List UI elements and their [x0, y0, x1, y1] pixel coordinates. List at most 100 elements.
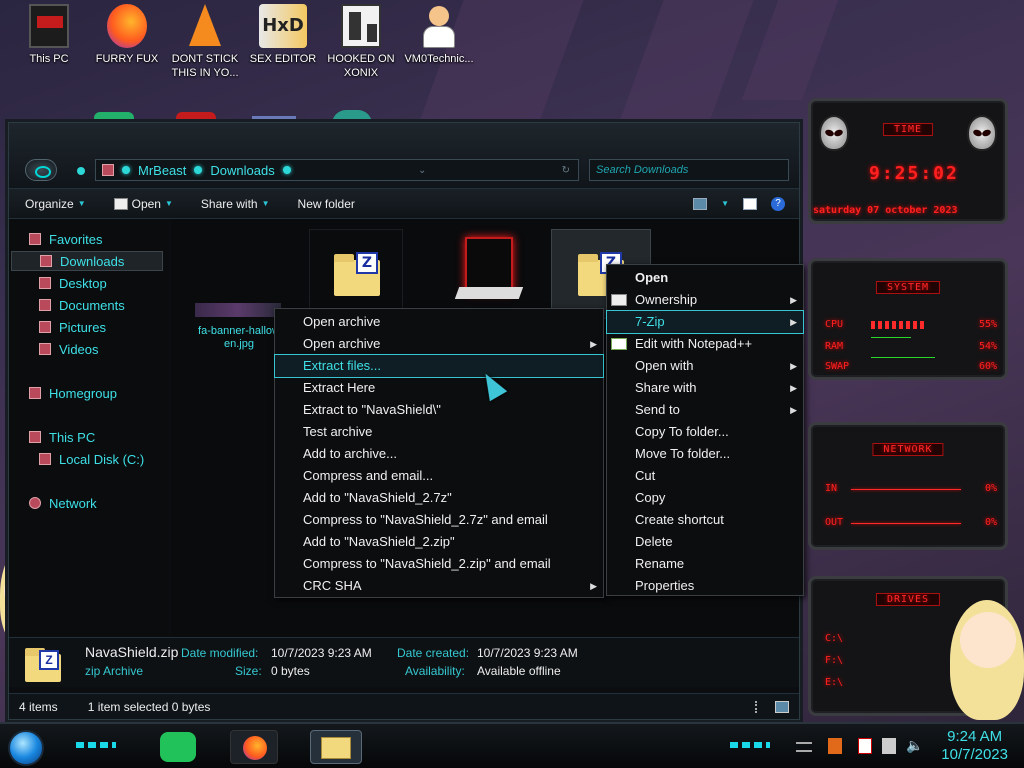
- chevron-down-icon[interactable]: ▼: [721, 199, 729, 208]
- share-with-button[interactable]: Share with ▼: [201, 197, 270, 211]
- nav-local-disk[interactable]: Local Disk (C:): [39, 449, 144, 469]
- menu-item-compress-email[interactable]: Compress and email...: [275, 465, 603, 487]
- menu-item-open-archive-sub[interactable]: Open archive ▶: [275, 333, 603, 355]
- file-item-jpg[interactable]: fa-banner-hallow en.jpg: [189, 289, 283, 379]
- desktop-icon-this-pc[interactable]: This PC: [10, 4, 88, 80]
- nav-videos[interactable]: Videos: [39, 339, 99, 359]
- breadcrumb-mrbeast[interactable]: MrBeast: [138, 163, 186, 178]
- back-forward-button[interactable]: [25, 159, 57, 181]
- menu-item-open-archive[interactable]: Open archive: [275, 311, 603, 333]
- menu-item-delete[interactable]: Delete: [607, 531, 803, 553]
- nav-network[interactable]: Network: [29, 493, 97, 513]
- desktop-icon-dont-stick[interactable]: DONT STICK THIS IN YO...: [166, 4, 244, 80]
- menu-item-label: Open: [635, 270, 669, 285]
- view-controls: ▼ ?: [693, 196, 799, 211]
- taskbar-explorer-button[interactable]: [310, 730, 362, 764]
- menu-item-add-to-archive[interactable]: Add to archive...: [275, 443, 603, 465]
- preview-pane-icon[interactable]: [743, 197, 757, 210]
- change-view-icon[interactable]: [693, 197, 708, 210]
- menu-item-rename[interactable]: Rename: [607, 553, 803, 575]
- taskbar-clock[interactable]: 9:24 AM 10/7/2023: [941, 728, 1008, 764]
- menu-item-crc-sha[interactable]: CRC SHA ▶: [275, 575, 603, 597]
- nav-pictures[interactable]: Pictures: [39, 317, 106, 337]
- computer-icon: [29, 431, 41, 443]
- address-dropdown-icon[interactable]: ⌄: [418, 165, 434, 176]
- organize-button[interactable]: Organize ▼: [25, 197, 86, 211]
- taskbar-firefox-button[interactable]: [230, 730, 278, 764]
- menu-item-copy-to-folder[interactable]: Copy To folder...: [607, 421, 803, 443]
- tray-java-icon[interactable]: [828, 738, 842, 754]
- large-icons-view-icon[interactable]: [775, 700, 789, 713]
- open-label: Open: [131, 196, 161, 211]
- menu-item-open[interactable]: Open: [607, 267, 803, 289]
- menu-item-extract-files[interactable]: Extract files...: [274, 354, 604, 378]
- desktop-icon-label: XONIX: [343, 67, 379, 79]
- tray-flag-icon[interactable]: [858, 738, 872, 754]
- start-button[interactable]: [8, 730, 44, 766]
- menu-item-label: Open with: [635, 358, 694, 373]
- recent-pages-dot[interactable]: [77, 167, 85, 175]
- breadcrumb-downloads[interactable]: Downloads: [210, 163, 274, 178]
- menu-item-open-with[interactable]: Open with ▶: [607, 355, 803, 377]
- navigation-pane: Favorites Downloads Desktop Documents Pi…: [9, 219, 169, 637]
- address-bar[interactable]: MrBeast Downloads ⌄ ↻: [95, 159, 579, 181]
- time-gadget[interactable]: TIME 9:25:02 saturday 07 october 2023: [808, 98, 1008, 224]
- file-item-zip[interactable]: Z: [309, 229, 403, 319]
- menu-item-compress-7z-email[interactable]: Compress to "NavaShield_2.7z" and email: [275, 509, 603, 531]
- menu-item-properties[interactable]: Properties: [607, 575, 803, 597]
- menu-item-label: Compress to "NavaShield_2.zip" and email: [303, 556, 551, 571]
- menu-item-copy[interactable]: Copy: [607, 487, 803, 509]
- menu-item-move-to-folder[interactable]: Move To folder...: [607, 443, 803, 465]
- image-thumbnail: [195, 303, 281, 317]
- tray-network-icon[interactable]: [882, 738, 896, 754]
- nav-downloads[interactable]: Downloads: [11, 251, 163, 271]
- desktop-icon-sex-editor[interactable]: HxD SEX EDITOR: [244, 4, 322, 80]
- explorer-toolbar: Organize ▼ Open ▼ Share with ▼ New folde…: [9, 189, 799, 219]
- menu-item-extract-to[interactable]: Extract to "NavaShield\": [275, 399, 603, 421]
- nav-this-pc[interactable]: This PC: [29, 427, 95, 447]
- network-gadget-title: NETWORK: [872, 443, 944, 456]
- help-icon[interactable]: ?: [771, 196, 785, 211]
- network-icon: [29, 497, 41, 509]
- menu-item-create-shortcut[interactable]: Create shortcut: [607, 509, 803, 531]
- net-in-value: 0%: [984, 483, 997, 494]
- nav-documents[interactable]: Documents: [39, 295, 125, 315]
- menu-item-add-to-7z[interactable]: Add to "NavaShield_2.7z": [275, 487, 603, 509]
- network-gadget[interactable]: NETWORK IN 0% OUT 0%: [808, 422, 1008, 550]
- menu-item-add-to-zip[interactable]: Add to "NavaShield_2.zip": [275, 531, 603, 553]
- details-pane: Z NavaShield.zip zip Archive Date modifi…: [9, 637, 799, 687]
- menu-item-edit-notepadpp[interactable]: Edit with Notepad++: [607, 333, 803, 355]
- alienware-logo-icon: [819, 115, 849, 151]
- desktop-icon-label: HOOKED ON: [327, 53, 395, 65]
- xonix-icon: [341, 4, 381, 48]
- menu-item-send-to[interactable]: Send to ▶: [607, 399, 803, 421]
- menu-item-cut[interactable]: Cut: [607, 465, 803, 487]
- details-view-icon[interactable]: [755, 700, 765, 713]
- desktop-icon-vm0technic[interactable]: VM0Technic...: [400, 4, 478, 80]
- menu-item-share-with[interactable]: Share with ▶: [607, 377, 803, 399]
- show-hidden-icons-icon[interactable]: [796, 742, 812, 752]
- menu-item-ownership[interactable]: Ownership ▶: [607, 289, 803, 311]
- menu-item-compress-zip-email[interactable]: Compress to "NavaShield_2.zip" and email: [275, 553, 603, 575]
- menu-item-7zip[interactable]: 7-Zip ▶: [606, 310, 804, 334]
- open-button[interactable]: Open ▼: [113, 196, 173, 211]
- nav-desktop[interactable]: Desktop: [39, 273, 107, 293]
- tray-volume-icon[interactable]: 🔈: [906, 738, 923, 754]
- availability-label: Availability:: [405, 664, 465, 678]
- menu-item-test-archive[interactable]: Test archive: [275, 421, 603, 443]
- desktop-icon-furry-fux[interactable]: FURRY FUX: [88, 4, 166, 80]
- nav-favorites[interactable]: Favorites: [29, 229, 102, 249]
- refresh-icon[interactable]: ↻: [562, 165, 578, 176]
- gadget-clock: 9:25:02: [869, 163, 959, 184]
- menu-item-extract-here[interactable]: Extract Here: [275, 377, 603, 399]
- zip-file-icon: Z: [25, 646, 65, 682]
- system-gadget[interactable]: SYSTEM CPU 55% RAM 54% SWAP 60%: [808, 258, 1008, 380]
- new-folder-button[interactable]: New folder: [298, 197, 355, 211]
- nav-homegroup[interactable]: Homegroup: [29, 383, 117, 403]
- taskbar-app-green[interactable]: [160, 732, 196, 762]
- search-input[interactable]: Search Downloads: [589, 159, 789, 181]
- desktop-icon-hooked-on-xonix[interactable]: HOOKED ON XONIX: [322, 4, 400, 80]
- doctor-avatar-icon: [419, 4, 459, 48]
- file-item-app[interactable]: [453, 229, 547, 319]
- drive-e-label: E:\: [825, 677, 844, 688]
